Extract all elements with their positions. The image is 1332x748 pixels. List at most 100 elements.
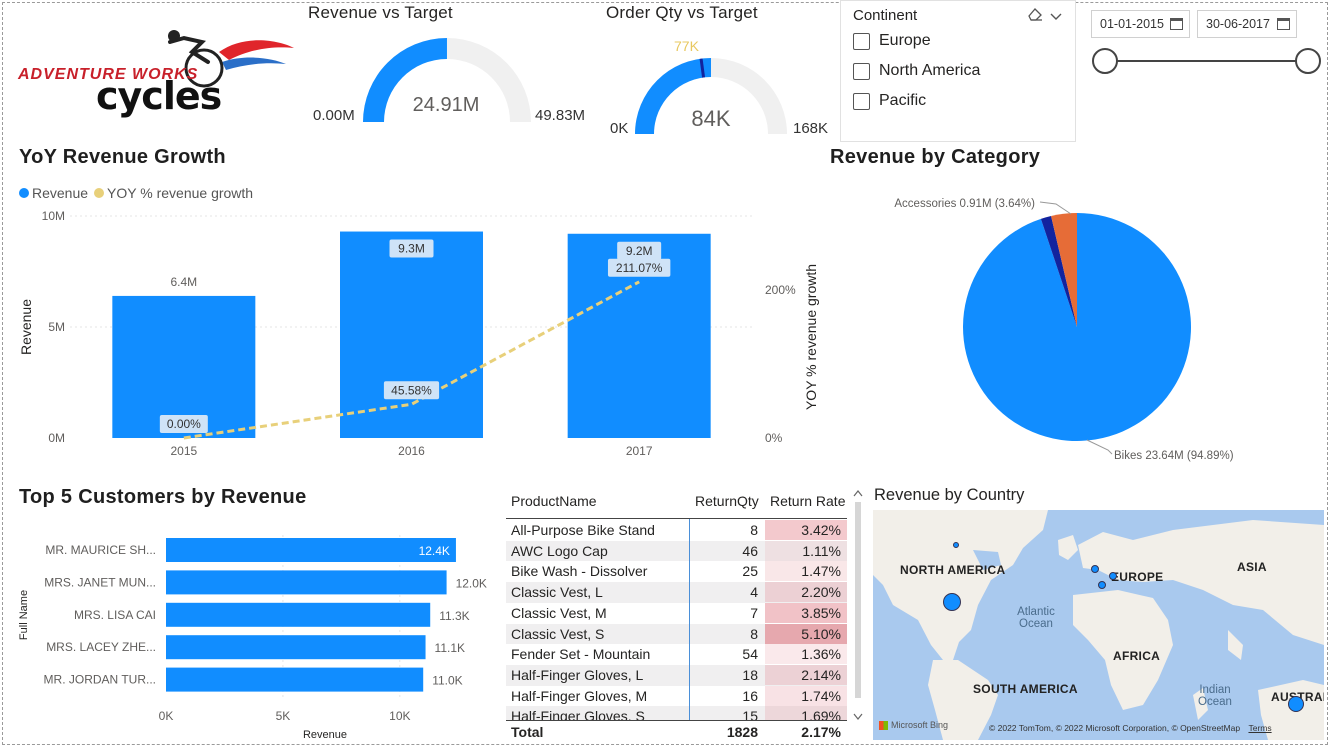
return-qty-cell: 25 <box>742 563 758 580</box>
table-row[interactable]: Classic Vest, M 7 3.85% <box>506 602 847 624</box>
total-rate: 2.17% <box>801 724 841 740</box>
table-row[interactable]: Half-Finger Gloves, S 15 1.69% <box>506 706 847 720</box>
column-divider <box>689 519 690 741</box>
col-return-rate[interactable]: Return Rate <box>770 493 845 509</box>
bing-logo: Microsoft Bing <box>879 720 948 730</box>
start-date-value: 01-01-2015 <box>1100 17 1164 31</box>
return-rate-cell: 1.36% <box>801 646 841 663</box>
y-tick-label: 10M <box>42 209 65 223</box>
gauge-revenue-max: 49.83M <box>535 107 586 124</box>
chevron-down-icon[interactable] <box>1050 9 1062 20</box>
country-map[interactable]: NORTH AMERICA EUROPE ASIA AFRICA SOUTH A… <box>873 510 1324 740</box>
continent-slicer: Continent Europe North America Pacific <box>840 0 1076 142</box>
y-axis-label: Full Name <box>18 590 30 640</box>
return-qty-cell: 4 <box>750 584 758 601</box>
bar-data-label: 12.0K <box>456 576 487 590</box>
gauge-orders-min: 0K <box>610 120 629 137</box>
return-rate-cell: 3.85% <box>801 604 841 621</box>
x-tick-label: 2017 <box>626 444 653 458</box>
return-rate-cell: 3.42% <box>801 522 841 538</box>
terms-link[interactable]: Terms <box>1248 723 1271 733</box>
pie-leader-line <box>1039 201 1072 215</box>
end-date-value: 30-06-2017 <box>1206 17 1270 31</box>
calendar-icon[interactable] <box>1170 18 1183 30</box>
slicer-item-north-america[interactable]: North America <box>853 62 980 80</box>
checkbox[interactable] <box>853 62 870 80</box>
gauge-orders-value: 84K <box>691 106 731 131</box>
map-label-africa: AFRICA <box>1113 649 1161 663</box>
slider-handle-start[interactable] <box>1092 48 1118 74</box>
map-bubble-canada[interactable] <box>953 542 959 548</box>
product-name-cell: Half-Finger Gloves, M <box>511 687 648 704</box>
product-name-cell: Classic Vest, L <box>511 584 603 601</box>
return-rate-cell: 2.14% <box>801 666 841 683</box>
return-qty-cell: 18 <box>742 666 758 683</box>
ocean-label-line: Ocean <box>1198 696 1232 708</box>
product-name-cell: AWC Logo Cap <box>511 542 608 559</box>
slicer-item-europe[interactable]: Europe <box>853 32 931 50</box>
slider-handle-end[interactable] <box>1295 48 1321 74</box>
return-qty-cell: 8 <box>750 522 758 538</box>
line-data-label: 45.58% <box>391 383 432 397</box>
table-row[interactable]: Classic Vest, L 4 2.20% <box>506 582 847 603</box>
return-qty-cell: 15 <box>742 708 758 720</box>
product-name-cell: Classic Vest, M <box>511 604 607 621</box>
eraser-icon[interactable] <box>1027 7 1043 21</box>
table-row[interactable]: Bike Wash - Dissolver 25 1.47% <box>506 561 847 583</box>
customer-bar <box>166 570 447 595</box>
legend-label-yoy: YOY % revenue growth <box>107 185 254 201</box>
total-label: Total <box>511 724 544 740</box>
map-label-south-america: SOUTH AMERICA <box>973 682 1078 696</box>
col-return-qty[interactable]: ReturnQty <box>695 493 759 509</box>
x-axis-label: Revenue <box>303 729 347 741</box>
start-date-input[interactable]: 01-01-2015 <box>1091 10 1190 38</box>
gauge-revenue-title: Revenue vs Target <box>308 3 453 22</box>
map-bubble-uk[interactable] <box>1091 565 1099 573</box>
table-scrollbar[interactable] <box>853 488 863 724</box>
return-rate-cell: 2.20% <box>801 584 841 601</box>
map-bubble-usa[interactable] <box>943 593 961 611</box>
return-rate-cell: 1.47% <box>801 563 841 580</box>
y-tick-label: MRS. LISA CAI <box>74 608 156 622</box>
pie-leader-line <box>1086 439 1113 455</box>
return-rate-cell: 1.11% <box>802 542 841 559</box>
product-name-cell: Fender Set - Mountain <box>511 646 651 663</box>
revenue-bar <box>340 231 483 438</box>
table-row[interactable]: Half-Finger Gloves, L 18 2.14% <box>506 664 847 686</box>
table-row[interactable]: All-Purpose Bike Stand 8 3.42% <box>506 520 847 541</box>
y-tick-label: 0M <box>48 431 65 445</box>
product-name-cell: Half-Finger Gloves, L <box>511 666 644 683</box>
slicer-item-pacific[interactable]: Pacific <box>853 92 926 110</box>
customer-bar <box>166 667 424 692</box>
bar-data-label: 11.0K <box>432 674 462 688</box>
map-bubble-germany[interactable] <box>1109 572 1117 580</box>
slider-track <box>1106 60 1308 62</box>
world-map-svg <box>873 510 1324 740</box>
category-title: Revenue by Category <box>830 146 1041 168</box>
table-row[interactable]: Fender Set - Mountain 54 1.36% <box>506 644 847 665</box>
y-tick-label: 5M <box>48 320 65 334</box>
checkbox[interactable] <box>853 32 870 50</box>
legend-dot-yoy <box>94 188 105 198</box>
table-row[interactable]: Classic Vest, S 8 5.10% <box>506 623 847 645</box>
table-row[interactable]: Half-Finger Gloves, M 16 1.74% <box>506 685 847 707</box>
return-rate-cell: 1.69% <box>801 708 841 720</box>
map-label-north-america: NORTH AMERICA <box>900 563 1006 577</box>
calendar-icon[interactable] <box>1277 18 1290 30</box>
col-product-name[interactable]: ProductName <box>511 493 597 509</box>
end-date-input[interactable]: 30-06-2017 <box>1197 10 1297 38</box>
slicer-item-label: North America <box>879 62 981 79</box>
gauge-orders-max: 168K <box>793 120 829 137</box>
date-range-slider[interactable] <box>1092 47 1324 75</box>
table-row[interactable]: AWC Logo Cap 46 1.11% <box>506 540 847 562</box>
map-bubble-france[interactable] <box>1098 581 1106 589</box>
gauge-orders-target-label: 77K <box>674 38 699 54</box>
map-label-europe: EUROPE <box>1111 570 1164 584</box>
bar-data-label: 6.4M <box>170 275 197 289</box>
x-tick-label: 2015 <box>170 444 197 458</box>
legend-label-revenue: Revenue <box>32 185 89 201</box>
category-pie-chart: Bikes 23.64M (94.89%) Accessories 0.91M (… <box>894 198 1233 462</box>
checkbox[interactable] <box>853 92 870 110</box>
customer-bar <box>166 635 426 660</box>
map-bubble-australia[interactable] <box>1288 696 1304 712</box>
